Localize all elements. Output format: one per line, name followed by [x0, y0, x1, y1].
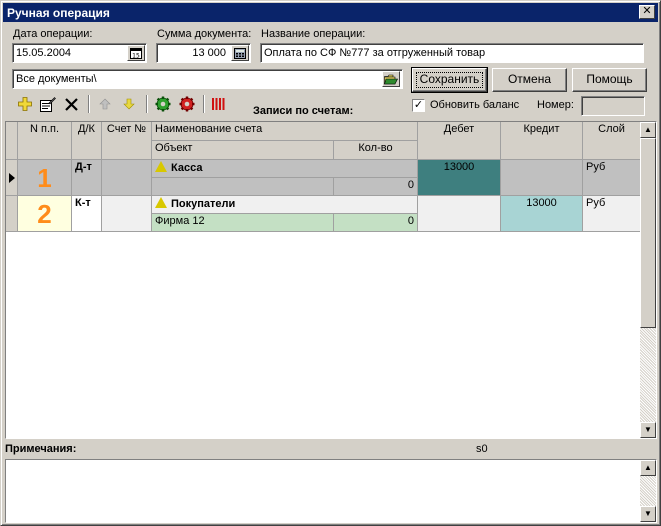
row-2-debit[interactable] — [418, 196, 501, 232]
notes-vertical-scrollbar[interactable]: ▲ ▼ — [640, 460, 656, 522]
date-label: Дата операции: — [13, 28, 93, 40]
calculator-icon — [234, 47, 246, 59]
gear-red-icon — [179, 96, 195, 112]
records-section-title: Записи по счетам: — [253, 105, 354, 117]
close-button[interactable]: ✕ — [639, 5, 655, 19]
col-account-name-header[interactable]: Наименование счета — [152, 122, 418, 141]
toolbar-separator — [88, 95, 90, 113]
notes-textarea[interactable]: ▲ ▼ — [5, 459, 657, 523]
col-credit-header[interactable]: Кредит — [501, 122, 583, 160]
cancel-button[interactable]: Отмена — [492, 68, 567, 92]
row-1-debit[interactable]: 13000 — [418, 160, 501, 196]
col-account-header[interactable]: Счет № — [102, 122, 152, 160]
title-bar[interactable]: Ручная операция ✕ — [3, 3, 658, 22]
open-folder-button[interactable] — [382, 71, 400, 87]
documents-field[interactable]: Все документы\ — [12, 69, 403, 89]
row-2-object[interactable]: Фирма 12 — [152, 214, 334, 232]
scroll-thumb[interactable] — [640, 138, 656, 328]
row-1-object[interactable] — [152, 178, 334, 196]
col-layer-header[interactable]: Слой — [583, 122, 641, 160]
notes-status: s0 — [476, 443, 488, 455]
row-1-qty[interactable]: 0 — [334, 178, 418, 196]
row-indicator-header — [6, 122, 18, 160]
row-indicator[interactable] — [6, 160, 18, 196]
close-icon: ✕ — [642, 5, 652, 17]
row-2-qty[interactable]: 0 — [334, 214, 418, 232]
arrow-down-icon — [123, 98, 135, 110]
operation-name-field[interactable]: Оплата по СФ №777 за отгруженный товар — [260, 43, 644, 63]
delete-record-button[interactable] — [61, 94, 81, 114]
row-2-dk[interactable]: К-т — [72, 196, 102, 232]
row-indicator[interactable] — [6, 196, 18, 232]
accounts-grid: N п.п. Д/К Счет № Наименование счета Объ… — [5, 121, 657, 439]
arrow-down-icon: ▼ — [644, 509, 652, 518]
operation-name-label: Название операции: — [261, 28, 366, 40]
row-2-layer[interactable]: Руб — [583, 196, 641, 232]
toolbar-separator — [146, 95, 148, 113]
row-1-credit[interactable] — [501, 160, 583, 196]
add-record-button[interactable] — [15, 94, 35, 114]
green-gear-button[interactable] — [153, 94, 173, 114]
refresh-balance-label: Обновить баланс — [430, 99, 520, 111]
col-debit-header[interactable]: Дебет — [418, 122, 501, 160]
arrow-up-icon — [99, 98, 111, 110]
arrow-up-icon: ▲ — [644, 125, 652, 134]
columns-button[interactable] — [208, 94, 228, 114]
gear-green-icon — [155, 96, 171, 112]
add-icon — [18, 97, 32, 111]
move-down-button[interactable] — [119, 94, 139, 114]
dialog-window: Ручная операция ✕ Дата операции: Сумма д… — [0, 0, 661, 526]
folder-open-icon — [384, 74, 398, 84]
edit-icon — [40, 96, 56, 112]
col-object-header[interactable]: Объект — [152, 141, 334, 160]
move-up-button[interactable] — [95, 94, 115, 114]
svg-text:15: 15 — [132, 52, 140, 59]
save-button[interactable]: Сохранить — [411, 67, 488, 93]
columns-icon — [212, 98, 225, 110]
arrow-down-icon: ▼ — [644, 425, 652, 434]
row-2-account-name[interactable]: Покупатели — [152, 196, 418, 214]
number-label: Номер: — [537, 99, 574, 111]
help-button[interactable]: Помощь — [572, 68, 647, 92]
edit-record-button[interactable] — [38, 94, 58, 114]
grid-vertical-scrollbar[interactable]: ▲ ▼ — [640, 122, 656, 438]
row-2-account[interactable] — [102, 196, 152, 232]
sum-label: Сумма документа: — [157, 28, 252, 40]
delete-icon — [64, 97, 78, 111]
row-2-num[interactable]: 2 — [18, 196, 72, 232]
window-title: Ручная операция — [7, 5, 110, 20]
notes-label: Примечания: — [5, 443, 77, 455]
account-icon — [155, 161, 167, 172]
col-num-header[interactable]: N п.п. — [18, 122, 72, 160]
col-qty-header[interactable]: Кол-во — [334, 141, 418, 160]
row-1-dk[interactable]: Д-т — [72, 160, 102, 196]
red-gear-button[interactable] — [177, 94, 197, 114]
scroll-down-button[interactable]: ▼ — [640, 422, 656, 438]
account-icon — [155, 197, 167, 208]
scroll-up-button[interactable]: ▲ — [640, 460, 656, 476]
scroll-up-button[interactable]: ▲ — [640, 122, 656, 138]
calendar-button[interactable]: 15 — [127, 45, 145, 61]
col-dk-header[interactable]: Д/К — [72, 122, 102, 160]
arrow-up-icon: ▲ — [644, 463, 652, 472]
refresh-balance-checkbox[interactable]: ✓ — [412, 99, 425, 112]
scroll-down-button[interactable]: ▼ — [640, 506, 656, 522]
current-row-arrow-icon — [9, 173, 15, 183]
calculator-button[interactable] — [231, 45, 249, 61]
calendar-icon: 15 — [130, 47, 142, 59]
row-2-credit[interactable]: 13000 — [501, 196, 583, 232]
number-field[interactable] — [581, 96, 645, 116]
toolbar-separator — [203, 95, 205, 113]
row-1-layer[interactable]: Руб — [583, 160, 641, 196]
row-1-account[interactable] — [102, 160, 152, 196]
row-1-account-name[interactable]: Касса — [152, 160, 418, 178]
row-1-num[interactable]: 1 — [18, 160, 72, 196]
